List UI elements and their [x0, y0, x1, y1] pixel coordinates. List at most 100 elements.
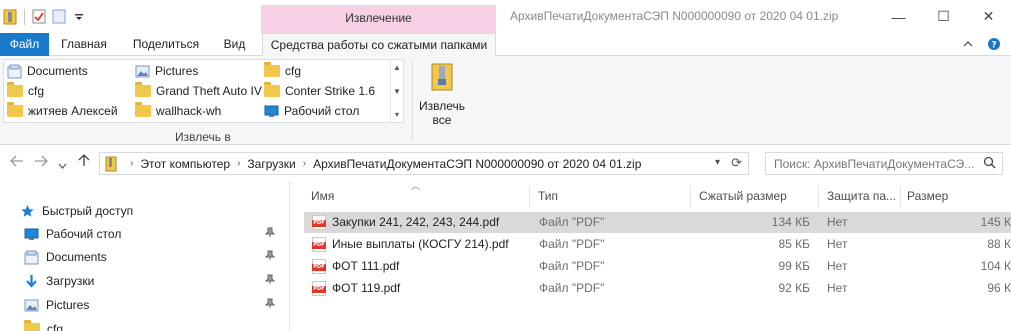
- breadcrumb-downloads[interactable]: Загрузки: [247, 157, 295, 171]
- title-bar: Извлечение АрхивПечатиДокументаСЭП N0000…: [0, 0, 1011, 33]
- address-bar[interactable]: › Этот компьютер › Загрузки › АрхивПечат…: [99, 152, 749, 175]
- gallery-scrollbar[interactable]: ▲ ▼ ▾: [390, 60, 403, 122]
- table-row[interactable]: ФОТ 111.pdf Файл "PDF" 99 КБ Нет 104 К: [304, 256, 1011, 277]
- gallery-expand-icon[interactable]: ▾: [395, 110, 399, 119]
- extract-to-gallery: Documents Pictures cfg cfg Grand Theft A…: [3, 59, 404, 123]
- ribbon-divider: [412, 62, 413, 140]
- back-icon[interactable]: [10, 154, 24, 170]
- gallery-item-label: Grand Theft Auto IV: [156, 84, 262, 98]
- file-type: Файл "PDF": [539, 259, 605, 273]
- pin-icon[interactable]: [264, 250, 276, 264]
- quick-access-toolbar: [0, 0, 89, 33]
- gallery-item-label: Conter Strike 1.6: [285, 84, 376, 98]
- breadcrumb-chevron-icon[interactable]: ›: [130, 158, 133, 169]
- desktop-icon: [24, 228, 39, 240]
- pictures-icon: [24, 299, 39, 311]
- nav-item-label: cfg: [47, 322, 64, 331]
- breadcrumb-archive[interactable]: АрхивПечатиДокументаСЭП N000000090 от 20…: [313, 157, 641, 171]
- gallery-item-desktop[interactable]: Рабочий стол: [264, 101, 359, 121]
- gallery-item-label: wallhack-wh: [156, 104, 222, 118]
- file-protection: Нет: [827, 259, 848, 273]
- explorer-app-icon[interactable]: [0, 7, 20, 27]
- address-dropdown-icon[interactable]: ▾: [715, 157, 720, 168]
- table-row[interactable]: ФОТ 119.pdf Файл "PDF" 92 КБ Нет 96 К: [304, 278, 1011, 299]
- navigation-bar: › Этот компьютер › Загрузки › АрхивПечат…: [0, 145, 1011, 181]
- close-button[interactable]: ✕: [966, 0, 1011, 33]
- file-compressed-size: 134 КБ: [771, 215, 810, 229]
- search-input[interactable]: Поиск: АрхивПечатиДокументаСЭ...: [765, 152, 1003, 175]
- extract-all-label-1: Извлечь: [418, 99, 465, 113]
- scroll-up-icon[interactable]: ▲: [393, 63, 401, 72]
- nav-quick-access[interactable]: Быстрый доступ: [20, 201, 275, 221]
- column-header-compressed-size[interactable]: Сжатый размер: [691, 181, 819, 211]
- pdf-file-icon: [312, 281, 326, 296]
- up-icon[interactable]: [78, 154, 90, 170]
- search-icon[interactable]: [983, 156, 996, 172]
- new-folder-icon[interactable]: [49, 7, 69, 27]
- column-header-type[interactable]: Тип: [530, 181, 691, 211]
- gallery-item-wallhack[interactable]: wallhack-wh: [135, 101, 221, 121]
- gallery-item-pictures[interactable]: Pictures: [135, 61, 198, 81]
- maximize-button[interactable]: ☐: [921, 0, 966, 33]
- pin-icon[interactable]: [264, 274, 276, 288]
- ribbon-body: Documents Pictures cfg cfg Grand Theft A…: [0, 56, 1011, 145]
- forward-icon[interactable]: [34, 154, 48, 170]
- column-header-protection[interactable]: Защита па...: [819, 181, 901, 211]
- breadcrumb-chevron-icon[interactable]: ›: [237, 158, 240, 169]
- tab-view[interactable]: Вид: [218, 33, 251, 56]
- gallery-item-cfg[interactable]: cfg: [264, 61, 301, 81]
- extract-all-button[interactable]: Извлечь все: [416, 62, 468, 132]
- customize-toolbar-icon[interactable]: [69, 7, 89, 27]
- tab-home[interactable]: Главная: [55, 33, 113, 56]
- gallery-item-cs[interactable]: Conter Strike 1.6: [264, 81, 375, 101]
- nav-desktop[interactable]: Рабочий стол: [24, 224, 276, 244]
- folder-icon: [264, 62, 280, 77]
- gallery-item-documents[interactable]: Documents: [7, 61, 88, 81]
- pictures-icon: [135, 65, 150, 77]
- help-icon[interactable]: ?: [987, 37, 1001, 54]
- collapse-ribbon-icon[interactable]: [963, 37, 973, 54]
- nav-cfg[interactable]: cfg: [24, 319, 275, 331]
- pin-icon[interactable]: [264, 227, 276, 241]
- gallery-item-zhityaev[interactable]: житяев Алексей: [7, 101, 118, 121]
- gallery-item-gta[interactable]: Grand Theft Auto IV: [135, 81, 262, 101]
- nav-item-label: Pictures: [46, 298, 90, 312]
- tab-share[interactable]: Поделиться: [127, 33, 205, 56]
- file-type: Файл "PDF": [539, 215, 605, 229]
- nav-documents[interactable]: Documents: [24, 247, 276, 267]
- column-header-size[interactable]: Размер: [901, 181, 1011, 211]
- navigation-pane: Быстрый доступ Рабочий стол Documents За…: [0, 181, 290, 331]
- nav-item-label: Documents: [46, 250, 107, 264]
- column-header-label: Тип: [538, 189, 559, 203]
- search-placeholder: Поиск: АрхивПечатиДокументаСЭ...: [774, 156, 975, 171]
- refresh-icon[interactable]: ⟳: [731, 155, 742, 171]
- folder-icon: [135, 102, 151, 117]
- table-row[interactable]: Иные выплаты (КОСГУ 214).pdf Файл "PDF" …: [304, 234, 1011, 255]
- column-header-label: Сжатый размер: [699, 189, 787, 203]
- scroll-down-icon[interactable]: ▼: [393, 87, 401, 96]
- tab-compressed-folder-tools[interactable]: Средства работы со сжатыми папками: [262, 33, 496, 57]
- breadcrumb-chevron-icon[interactable]: ›: [303, 158, 306, 169]
- breadcrumb-this-pc[interactable]: Этот компьютер: [140, 157, 230, 171]
- file-type: Файл "PDF": [539, 237, 605, 251]
- minimize-button[interactable]: —: [876, 0, 921, 33]
- gallery-item-label: cfg: [28, 84, 45, 98]
- pin-icon[interactable]: [264, 298, 276, 312]
- folder-icon: [24, 320, 40, 331]
- file-protection: Нет: [827, 281, 848, 295]
- properties-icon[interactable]: [29, 7, 49, 27]
- column-header-name[interactable]: Имя: [304, 181, 530, 211]
- nav-pictures[interactable]: Pictures: [24, 295, 276, 315]
- gallery-item-label: cfg: [285, 64, 302, 78]
- star-icon: [21, 205, 34, 217]
- folder-icon: [264, 82, 280, 97]
- file-protection: Нет: [827, 215, 848, 229]
- gallery-item-label: житяев Алексей: [28, 104, 118, 118]
- gallery-item-cfg-2[interactable]: cfg: [7, 81, 44, 101]
- file-size: 145 К: [980, 215, 1011, 229]
- table-row[interactable]: Закупки 241, 242, 243, 244.pdf Файл "PDF…: [304, 212, 1011, 233]
- file-name: ФОТ 111.pdf: [332, 259, 400, 273]
- tab-file[interactable]: Файл: [0, 33, 49, 56]
- nav-downloads[interactable]: Загрузки: [24, 271, 276, 291]
- recent-locations-icon[interactable]: [58, 156, 67, 172]
